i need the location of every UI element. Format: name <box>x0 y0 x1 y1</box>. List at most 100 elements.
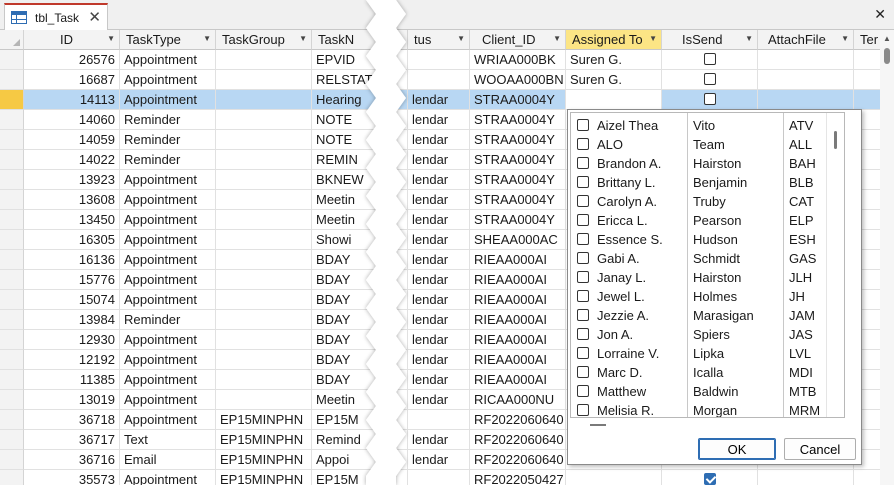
status-cell[interactable]: lendar <box>408 350 470 370</box>
column-header-attachfile[interactable]: AttachFile ▼ <box>758 30 854 50</box>
type-cell[interactable]: Appointment <box>120 350 216 370</box>
assigned-to-option[interactable]: Ericca L. Pearson ELP <box>571 211 844 230</box>
tab-close-icon[interactable]: ✕ <box>88 8 101 26</box>
group-cell[interactable] <box>216 230 312 250</box>
record-selector[interactable] <box>0 270 24 290</box>
id-cell[interactable]: 13450 <box>24 210 120 230</box>
status-cell[interactable]: lendar <box>408 330 470 350</box>
option-checkbox[interactable] <box>577 290 589 302</box>
record-selector[interactable] <box>0 290 24 310</box>
group-cell[interactable] <box>216 130 312 150</box>
status-cell[interactable]: lendar <box>408 210 470 230</box>
option-checkbox[interactable] <box>577 366 589 378</box>
column-header-taskgroup[interactable]: TaskGroup ▼ <box>216 30 312 50</box>
status-cell[interactable]: lendar <box>408 370 470 390</box>
status-cell[interactable] <box>408 50 470 70</box>
attach-cell[interactable] <box>758 470 854 485</box>
group-cell[interactable]: EP15MINPHN <box>216 410 312 430</box>
id-cell[interactable]: 15074 <box>24 290 120 310</box>
assigned-to-option[interactable]: ALO Team ALL <box>571 135 844 154</box>
type-cell[interactable]: Reminder <box>120 110 216 130</box>
client-cell[interactable]: RIEAA000AI <box>470 350 566 370</box>
group-cell[interactable] <box>216 190 312 210</box>
scroll-thumb[interactable] <box>590 424 606 426</box>
id-cell[interactable]: 14060 <box>24 110 120 130</box>
id-cell[interactable]: 26576 <box>24 50 120 70</box>
filter-dropdown-icon[interactable]: ▼ <box>553 34 561 43</box>
table-row[interactable]: 35573 Appointment EP15MINPHN EP15M RF2022050… <box>24 470 894 485</box>
issend-cell[interactable] <box>662 50 758 70</box>
client-cell[interactable]: RF2022060640 <box>470 430 566 450</box>
option-checkbox[interactable] <box>577 157 589 169</box>
option-checkbox[interactable] <box>577 328 589 340</box>
assigned-to-option[interactable]: Gabi A. Schmidt GAS <box>571 249 844 268</box>
status-cell[interactable]: lendar <box>408 270 470 290</box>
type-cell[interactable]: Reminder <box>120 150 216 170</box>
record-selector[interactable] <box>0 470 24 485</box>
assigned-to-option[interactable]: Marc D. Icalla MDI <box>571 363 844 382</box>
table-row[interactable]: 26576 Appointment EPVID WRIAA000BK Suren G. <box>24 50 894 70</box>
type-cell[interactable]: Appointment <box>120 70 216 90</box>
record-selector[interactable] <box>0 210 24 230</box>
client-cell[interactable]: STRAA0004Y <box>470 210 566 230</box>
group-cell[interactable] <box>216 290 312 310</box>
id-cell[interactable]: 36716 <box>24 450 120 470</box>
group-cell[interactable] <box>216 50 312 70</box>
column-header-tasktype[interactable]: TaskType ▼ <box>120 30 216 50</box>
ok-button[interactable]: OK <box>698 438 776 460</box>
client-cell[interactable]: RIEAA000AI <box>470 250 566 270</box>
issend-cell[interactable] <box>662 470 758 485</box>
client-cell[interactable]: STRAA0004Y <box>470 170 566 190</box>
type-cell[interactable]: Reminder <box>120 310 216 330</box>
issend-checkbox[interactable] <box>703 53 716 65</box>
filter-dropdown-icon[interactable]: ▼ <box>649 34 657 43</box>
status-cell[interactable]: lendar <box>408 190 470 210</box>
filter-dropdown-icon[interactable]: ▼ <box>107 34 115 43</box>
type-cell[interactable]: Appointment <box>120 370 216 390</box>
client-cell[interactable]: RICAA000NU <box>470 390 566 410</box>
type-cell[interactable]: Appointment <box>120 290 216 310</box>
table-row[interactable]: 16687 Appointment RELSTAT WOOAA000BN Suren G… <box>24 70 894 90</box>
status-cell[interactable] <box>408 70 470 90</box>
record-selector[interactable] <box>0 190 24 210</box>
type-cell[interactable]: Text <box>120 430 216 450</box>
group-cell[interactable] <box>216 270 312 290</box>
option-checkbox[interactable] <box>577 119 589 131</box>
type-cell[interactable]: Appointment <box>120 230 216 250</box>
name-cell[interactable]: BDAY <box>312 350 408 370</box>
assigned-to-option[interactable]: Melisia R. Morgan MRM <box>571 401 844 417</box>
id-cell[interactable]: 13608 <box>24 190 120 210</box>
group-cell[interactable] <box>216 150 312 170</box>
grid-vertical-scrollbar[interactable]: ▲ <box>880 30 894 485</box>
record-selector[interactable] <box>0 170 24 190</box>
option-checkbox[interactable] <box>577 138 589 150</box>
status-cell[interactable]: lendar <box>408 310 470 330</box>
name-cell[interactable]: BDAY <box>312 310 408 330</box>
attach-cell[interactable] <box>758 90 854 110</box>
type-cell[interactable]: Email <box>120 450 216 470</box>
option-checkbox[interactable] <box>577 404 589 416</box>
type-cell[interactable]: Appointment <box>120 390 216 410</box>
assigned-to-option[interactable]: Essence S. Hudson ESH <box>571 230 844 249</box>
status-cell[interactable] <box>408 470 470 485</box>
name-cell[interactable]: BDAY <box>312 250 408 270</box>
issend-cell[interactable] <box>662 70 758 90</box>
assigned-to-option[interactable]: Carolyn A. Truby CAT <box>571 192 844 211</box>
name-cell[interactable]: Meetin <box>312 390 408 410</box>
record-selector[interactable] <box>0 250 24 270</box>
record-selector[interactable] <box>0 70 24 90</box>
option-checkbox[interactable] <box>577 271 589 283</box>
record-selector[interactable] <box>0 150 24 170</box>
column-header-client-id[interactable]: Client_ID ▼ <box>470 30 566 50</box>
column-header-id[interactable]: ID ▼ <box>24 30 120 50</box>
close-document-icon[interactable]: ✕ <box>874 6 886 23</box>
id-cell[interactable]: 13923 <box>24 170 120 190</box>
client-cell[interactable]: STRAA0004Y <box>470 90 566 110</box>
option-checkbox[interactable] <box>577 214 589 226</box>
option-checkbox[interactable] <box>577 176 589 188</box>
id-cell[interactable]: 13019 <box>24 390 120 410</box>
scroll-thumb[interactable] <box>884 48 890 64</box>
name-cell[interactable]: BDAY <box>312 290 408 310</box>
select-all-corner[interactable] <box>0 30 24 50</box>
group-cell[interactable] <box>216 310 312 330</box>
